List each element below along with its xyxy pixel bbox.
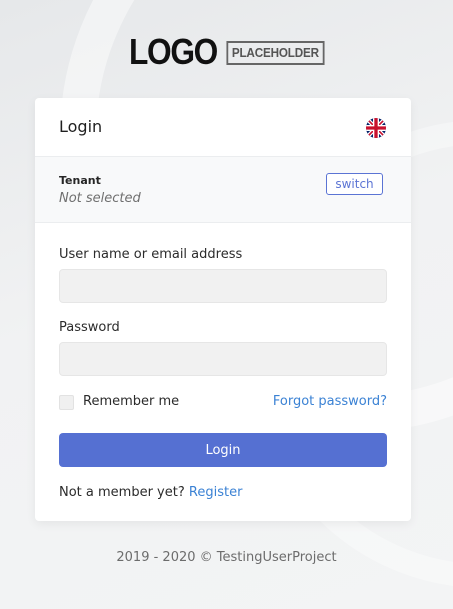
remember-me-label[interactable]: Remember me [83, 394, 179, 409]
tenant-section: Tenant Not selected switch [35, 157, 411, 223]
forgot-password-link[interactable]: Forgot password? [273, 394, 387, 409]
login-button[interactable]: Login [59, 433, 387, 467]
register-line: Not a member yet? Register [59, 485, 242, 500]
logo: LOGO PLACEHOLDER [0, 34, 453, 70]
register-prompt: Not a member yet? [59, 485, 185, 500]
uk-flag-icon[interactable] [366, 118, 386, 138]
tenant-label: Tenant [59, 174, 101, 187]
login-card: Login Tenant Not selected switch User na… [35, 98, 411, 521]
switch-tenant-button[interactable]: switch [326, 173, 383, 195]
card-title: Login [59, 117, 103, 136]
remember-me-checkbox[interactable] [59, 395, 74, 410]
password-label: Password [59, 320, 120, 335]
footer-copyright: 2019 - 2020 © TestingUserProject [116, 550, 337, 565]
password-input[interactable] [59, 342, 387, 376]
username-label: User name or email address [59, 247, 243, 262]
logo-word: LOGO [129, 31, 218, 72]
card-header: Login [35, 98, 411, 157]
username-input[interactable] [59, 269, 387, 303]
logo-placeholder-box: PLACEHOLDER [226, 40, 325, 65]
register-link[interactable]: Register [189, 485, 243, 500]
tenant-value: Not selected [59, 191, 141, 206]
